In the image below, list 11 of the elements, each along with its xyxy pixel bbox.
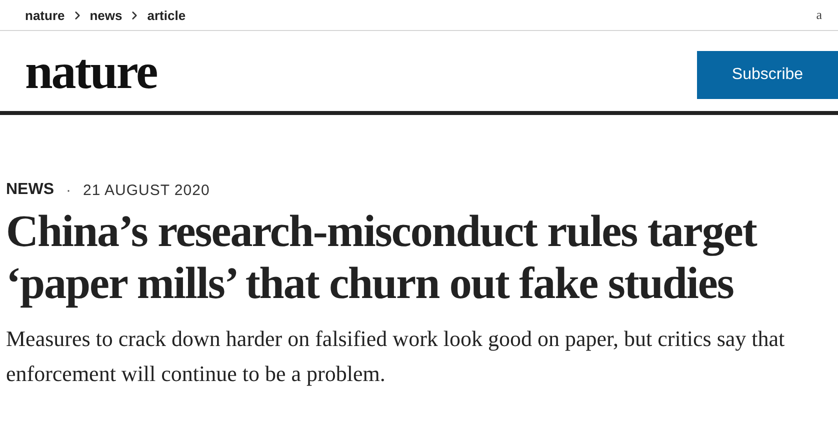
headline: China’s research-misconduct rules target ‘paper mills’ that churn out fake studies — [6, 205, 758, 309]
breadcrumb-link[interactable]: article — [147, 8, 186, 22]
standfirst: Measures to crack down harder on falsified work look good on paper, but critics say that enforcement will continue to be a problem. — [6, 325, 786, 388]
separator-dot: · — [66, 182, 71, 198]
article-type: NEWS — [6, 181, 54, 199]
breadcrumb-link[interactable]: news — [90, 8, 122, 22]
article-date: 21 AUGUST 2020 — [83, 182, 210, 198]
logo[interactable]: nature — [25, 46, 157, 96]
subscribe-button[interactable]: Subscribe — [697, 50, 838, 98]
breadcrumb-link[interactable]: nature — [25, 8, 65, 22]
corner-text: a — [816, 7, 822, 23]
